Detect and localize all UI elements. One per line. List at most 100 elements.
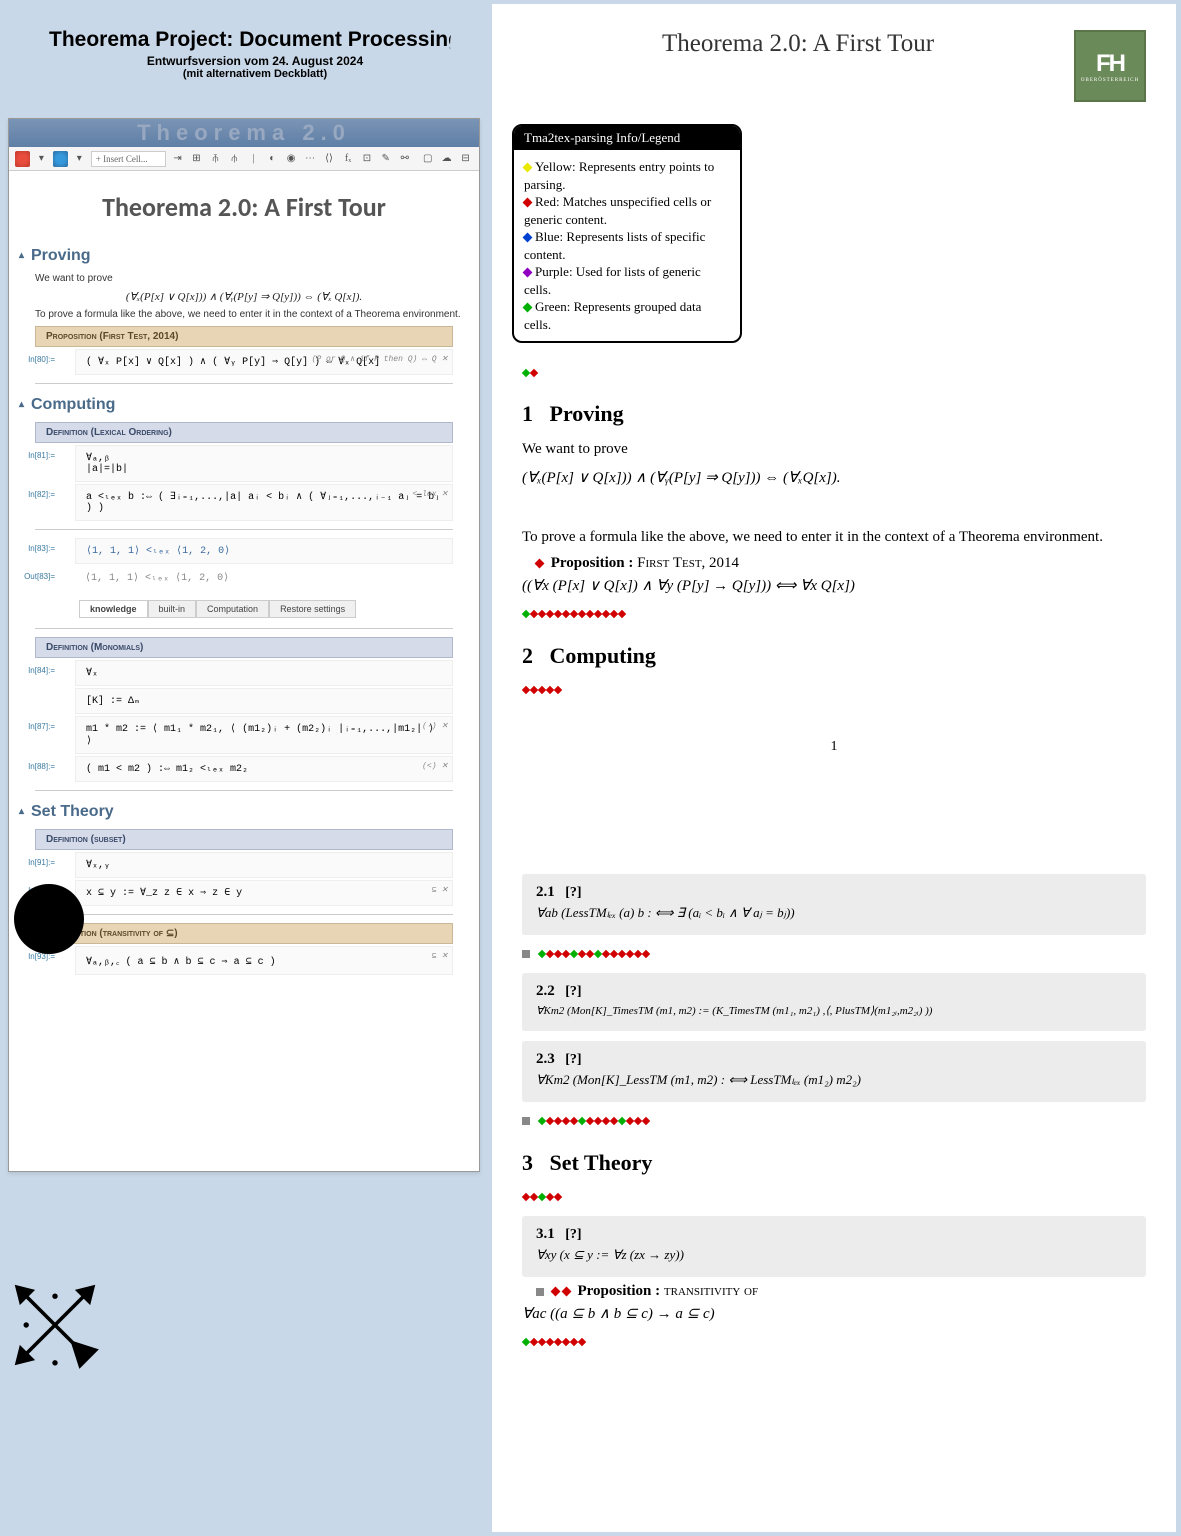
legend-item-green: Green: Represents grouped data cells.	[524, 298, 730, 333]
legend-box: Tma2tex-parsing Info/Legend Yellow: Repr…	[512, 124, 742, 343]
definition-monomials-header: Definition (Monomials)	[35, 637, 453, 658]
divider	[35, 628, 453, 629]
in82-tag: < lex ✕	[412, 489, 448, 499]
in85-cell[interactable]: [K] := Δₘ	[75, 688, 453, 714]
out83-label: Out[83]=	[19, 572, 55, 581]
section-header-computing[interactable]: Computing	[19, 396, 469, 414]
proposition-transitivity-header: Proposition (transitivity of ⊆)	[35, 923, 453, 944]
table-icon[interactable]: ⊞	[189, 151, 204, 167]
in88-cell[interactable]: ( m1 < m2 ) :⇔ m1₂ <ₗₑₓ m2₂(<) ✕	[75, 756, 453, 782]
dots-s3	[522, 1188, 1146, 1206]
subsection-2-2: 2.2 [?] ∀Km2 (Mon[K]_TimesTM (m1, m2) :=…	[522, 973, 1146, 1031]
in92-tag: ⊆ ✕	[432, 885, 448, 895]
in87-tag: (·) ✕	[422, 721, 448, 731]
in81-content: ∀ₐ,ᵦ |a|=|b|	[86, 453, 128, 475]
menu-icon[interactable]	[15, 151, 30, 167]
target-icon[interactable]: ◉	[284, 151, 299, 167]
s23-num: 2.3	[536, 1051, 555, 1067]
tab-builtin[interactable]: built-in	[148, 600, 197, 618]
link-icon[interactable]: ⚯	[397, 151, 412, 167]
legend-item-blue: Blue: Represents lists of specific conte…	[524, 228, 730, 263]
tab-computation[interactable]: Computation	[196, 600, 269, 618]
output-document-page2: 2.1 [?] ∀ab (LessTMₗₑₓ (a) b : ⟺ ∃ (aᵢ <…	[492, 864, 1176, 1391]
in93-cell[interactable]: ∀ₐ,ᵦ,꜀ ( a ⊆ b ∧ b ⊆ c ⇒ a ⊆ c ) ⊆ ✕	[75, 946, 453, 975]
header-subtitle2: (mit alternativem Deckblatt)	[20, 68, 490, 80]
arrows-icon	[10, 1280, 100, 1370]
definition-subset-header: Definition (subset)	[35, 829, 453, 850]
s1-prop: Proposition : First Test, 2014	[536, 555, 1146, 572]
tree2-icon[interactable]: ⫛	[227, 151, 242, 167]
s31-num: 3.1	[536, 1226, 555, 1242]
slider-icon[interactable]: ◐	[265, 151, 280, 167]
s3-prop: Proposition : transitivity of	[536, 1283, 1146, 1300]
proving-formula1: (∀ₓ(P[x] ∨ Q[x])) ∧ (∀ᵧ(P[y] ⇒ Q[y])) ⇔ …	[19, 290, 469, 303]
dots-21	[522, 945, 1146, 963]
section-header-proving[interactable]: Proving	[19, 247, 469, 265]
pipe-icon[interactable]: |	[246, 151, 261, 167]
grid-icon[interactable]: ⊡	[359, 151, 374, 167]
out83-content: ⟨1, 1, 1⟩ <ₗₑₓ ⟨1, 2, 0⟩	[85, 573, 229, 584]
s3-prop-formula: ∀ac ((a ⊆ b ∧ b ⊆ c) → a ⊆ c)	[522, 1304, 1146, 1323]
s3-prop-name: transitivity of	[664, 1283, 758, 1299]
in80-cell[interactable]: ( ∀ₓ P[x] ∨ Q[x] ) ∧ ( ∀ᵧ P[y] ⇒ Q[y] ) …	[75, 349, 453, 375]
legend-body: Yellow: Represents entry points to parsi…	[514, 150, 740, 341]
computation-tabs: knowledge built-in Computation Restore s…	[79, 600, 409, 618]
in84-cell[interactable]: ∀ₓ	[75, 660, 453, 686]
divider	[35, 383, 453, 384]
dots-s2	[522, 681, 1146, 699]
s1-prop-name: First Test, 2014	[637, 555, 739, 571]
in92-cell[interactable]: x ⊆ y := ∀_z z ∈ x ⇒ z ∈ y ⊆ ✕	[75, 880, 453, 906]
menu3-icon[interactable]: ⊟	[458, 151, 473, 167]
in91-cell[interactable]: ∀ₓ,ᵧ	[75, 852, 453, 878]
legend-item-purple: Purple: Used for lists of generic cells.	[524, 263, 730, 298]
s22-num: 2.2	[536, 983, 555, 999]
legend-text-green: Green: Represents grouped data cells.	[524, 299, 701, 332]
menu2-icon[interactable]	[53, 151, 68, 167]
edit-icon[interactable]: ✎	[378, 151, 393, 167]
s21-num: 2.1	[536, 884, 555, 900]
in91-label: In[91]:=	[19, 858, 55, 867]
in83-content: ⟨1, 1, 1⟩ <ₗₑₓ ⟨1, 2, 0⟩	[86, 546, 230, 557]
more-icon[interactable]: ⋯	[303, 151, 318, 167]
s2-num: 2	[522, 643, 533, 668]
subsection-2-1: 2.1 [?] ∀ab (LessTMₗₑₓ (a) b : ⟺ ∃ (aᵢ <…	[522, 874, 1146, 935]
in84-label: In[84]:=	[19, 666, 55, 675]
in87-cell[interactable]: m1 * m2 := ⟨ m1₁ * m2₁, ⟨ (m1₂)ᵢ + (m2₂)…	[75, 716, 453, 754]
in91-content: ∀ₓ,ᵧ	[86, 860, 110, 871]
s21-formula: ∀ab (LessTMₗₑₓ (a) b : ⟺ ∃ (aᵢ < bᵢ ∧ ∀ …	[536, 905, 1132, 921]
proposition-header: Proposition (First Test, 2014)	[35, 326, 453, 347]
in83-cell[interactable]: ⟨1, 1, 1⟩ <ₗₑₓ ⟨1, 2, 0⟩	[75, 538, 453, 564]
dropdown-icon[interactable]: ▾	[34, 151, 49, 167]
fx-icon[interactable]: fₓ	[341, 151, 356, 167]
s1-title: Proving	[550, 401, 624, 426]
tree-icon[interactable]: ⫚	[208, 151, 223, 167]
in82-cell[interactable]: a <ₗₑₓ b :⇔ ( ∃ᵢ₌₁,...,|a| aᵢ < bᵢ ∧ ( ∀…	[75, 484, 453, 521]
s21-title: [?]	[565, 885, 581, 900]
s31-title: [?]	[565, 1227, 581, 1242]
tab-knowledge[interactable]: knowledge	[79, 600, 148, 618]
notebook-body: Theorema 2.0: A First Tour Proving We wa…	[9, 171, 479, 1171]
s1-prop-formula: ((∀x (P[x] ∨ Q[x]) ∧ ∀y (P[y] → Q[y])) ⟺…	[522, 576, 1146, 595]
indent-icon[interactable]: ⇥	[170, 151, 185, 167]
legend-text-yellow: Yellow: Represents entry points to parsi…	[524, 159, 714, 192]
section-header-settheory[interactable]: Set Theory	[19, 803, 469, 821]
cloud-icon[interactable]: ☁	[439, 151, 454, 167]
s31-formula: ∀xy (x ⊆ y := ∀z (zx → zy))	[536, 1247, 1132, 1263]
insert-cell-dropdown[interactable]: + Insert Cell...	[91, 151, 166, 167]
dropdown2-icon[interactable]: ▾	[72, 151, 87, 167]
in93-tag: ⊆ ✕	[432, 951, 448, 961]
divider	[35, 529, 453, 530]
in88-label: In[88]:=	[19, 762, 55, 771]
legend-text-blue: Blue: Represents lists of specific conte…	[524, 229, 705, 262]
in81-cell[interactable]: ∀ₐ,ᵦ |a|=|b|	[75, 445, 453, 482]
chat-icon[interactable]: ▢	[420, 151, 435, 167]
in92-content: x ⊆ y := ∀_z z ∈ x ⇒ z ∈ y	[86, 888, 242, 899]
in88-content: ( m1 < m2 ) :⇔ m1₂ <ₗₑₓ m2₂	[86, 764, 248, 775]
proving-text1: We want to prove	[35, 273, 469, 284]
tab-restore[interactable]: Restore settings	[269, 600, 356, 618]
legend-text-red: Red: Matches unspecified cells or generi…	[524, 194, 711, 227]
subsection-3-1: 3.1 [?] ∀xy (x ⊆ y := ∀z (zx → zy))	[522, 1216, 1146, 1277]
brackets-icon[interactable]: ⟨⟩	[322, 151, 337, 167]
in93-content: ∀ₐ,ᵦ,꜀ ( a ⊆ b ∧ b ⊆ c ⇒ a ⊆ c )	[86, 957, 276, 968]
in80-label: In[80]:=	[19, 355, 55, 364]
